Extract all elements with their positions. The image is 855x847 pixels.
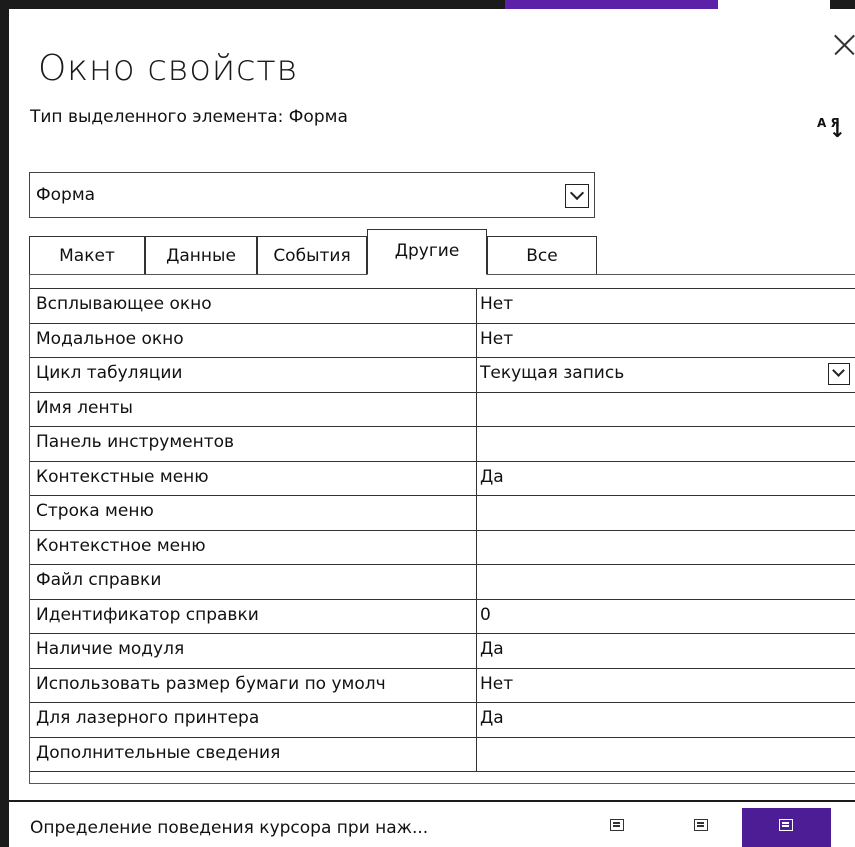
datasheet-view-icon (694, 819, 708, 831)
tab-data[interactable]: Данные (145, 236, 257, 274)
property-grid: Всплывающее окно Нет Модальное окно Нет Цикл… (30, 288, 855, 772)
column-divider (476, 496, 477, 530)
sort-az-button[interactable]: А Я ↓ (815, 117, 846, 147)
column-divider (476, 392, 477, 426)
property-name: Наличие модуля (36, 639, 185, 659)
form-view-icon (610, 819, 624, 831)
property-value[interactable]: Да (480, 708, 820, 728)
column-divider (476, 323, 477, 357)
property-value[interactable]: Нет (480, 329, 820, 349)
tab-all[interactable]: Все (487, 236, 597, 274)
property-row[interactable]: Имя ленты (30, 392, 855, 427)
column-divider (476, 634, 477, 668)
property-name: Идентификатор справки (36, 604, 259, 625)
property-value[interactable]: 0 (480, 605, 820, 625)
property-name: Для лазерного принтера (36, 708, 260, 728)
chevron-down-icon[interactable] (565, 184, 589, 208)
tab-other[interactable]: Другие (367, 229, 487, 275)
property-value[interactable]: Да (480, 467, 820, 487)
column-divider (476, 427, 477, 461)
property-name: Файл справки (36, 570, 162, 590)
page-title: Окно свойств (38, 48, 298, 89)
window-left-border (0, 0, 9, 847)
close-icon[interactable] (827, 30, 855, 60)
tab-layout[interactable]: Макет (29, 236, 145, 274)
property-row[interactable]: Всплывающее окно Нет (30, 289, 855, 324)
property-name: Имя ленты (36, 397, 133, 418)
property-value[interactable]: Текущая запись (480, 363, 820, 383)
column-divider (476, 703, 477, 737)
column-divider (476, 668, 477, 702)
property-name: Цикл табуляции (36, 363, 183, 383)
tab-events[interactable]: События (257, 236, 367, 274)
status-text: Определение поведения курсора при наж... (30, 818, 429, 838)
window-top-gap (718, 0, 830, 9)
property-row[interactable]: Идентификатор справки 0 (30, 599, 855, 634)
column-divider (476, 530, 477, 564)
property-row[interactable]: Цикл табуляции Текущая запись (30, 358, 855, 393)
column-divider (476, 565, 477, 599)
window-top-accent (505, 0, 718, 9)
column-divider (476, 289, 477, 323)
form-view-button[interactable] (598, 808, 638, 847)
chevron-down-icon[interactable] (828, 363, 850, 385)
property-row[interactable]: Контекстное меню (30, 530, 855, 565)
property-name: Контекстное меню (36, 535, 206, 556)
property-row[interactable]: Контекстные меню Да (30, 461, 855, 496)
property-row[interactable]: Панель инструментов (30, 427, 855, 462)
property-row[interactable]: Строка меню (30, 496, 855, 531)
property-row[interactable]: Модальное окно Нет (30, 323, 855, 358)
property-value[interactable]: Нет (480, 294, 820, 314)
property-row[interactable]: Дополнительные сведения (30, 737, 855, 772)
property-row[interactable]: Наличие модуля Да (30, 634, 855, 669)
column-divider (476, 358, 477, 392)
datasheet-view-button[interactable] (682, 808, 722, 847)
object-selector[interactable]: Форма (29, 172, 595, 218)
sort-arrow-icon: ↓ (829, 118, 846, 142)
property-name: Дополнительные сведения (36, 742, 281, 763)
property-row[interactable]: Файл справки (30, 565, 855, 600)
column-divider (476, 737, 477, 771)
column-divider (476, 599, 477, 633)
property-name: Строка меню (36, 501, 154, 521)
property-name: Контекстные меню (36, 466, 209, 487)
property-name: Панель инструментов (36, 432, 235, 452)
design-view-button[interactable] (742, 808, 831, 847)
property-value[interactable]: Нет (480, 674, 820, 694)
property-row[interactable]: Использовать размер бумаги по умолч Нет (30, 668, 855, 703)
design-view-icon (779, 819, 793, 831)
property-row[interactable]: Для лазерного принтера Да (30, 703, 855, 738)
property-value[interactable]: Да (480, 639, 820, 659)
property-name: Использовать размер бумаги по умолч (36, 673, 386, 694)
selection-type-label: Тип выделенного элемента: Форма (30, 107, 348, 127)
object-selector-value: Форма (36, 185, 96, 205)
property-name: Всплывающее окно (36, 294, 212, 314)
status-bar-separator (0, 800, 855, 802)
column-divider (476, 461, 477, 495)
property-name: Модальное окно (36, 328, 184, 349)
